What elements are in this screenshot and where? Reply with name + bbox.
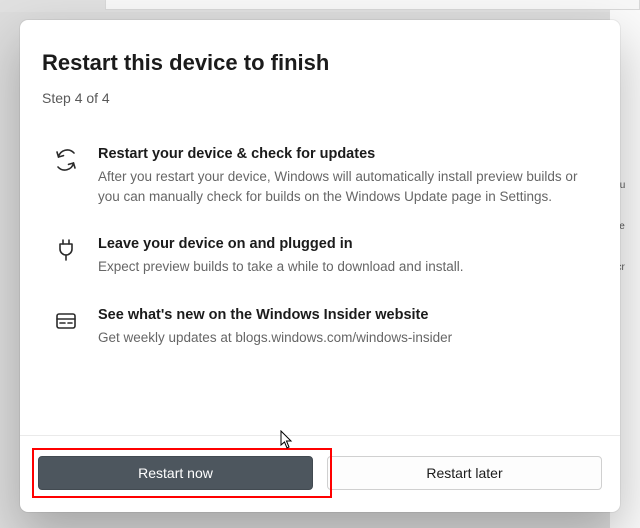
background-inner-strip — [105, 0, 640, 10]
dialog-title: Restart this device to finish — [42, 50, 598, 76]
info-item-power: Leave your device on and plugged in Expe… — [42, 236, 598, 277]
info-heading: Leave your device on and plugged in — [98, 236, 598, 252]
news-icon — [42, 307, 98, 333]
info-heading: See what's new on the Windows Insider we… — [98, 307, 598, 323]
info-body: Expect preview builds to take a while to… — [98, 257, 598, 277]
info-item-news: See what's new on the Windows Insider we… — [42, 307, 598, 348]
restart-later-button[interactable]: Restart later — [327, 456, 602, 490]
dialog-footer: Restart now Restart later — [20, 435, 620, 512]
info-body: After you restart your device, Windows w… — [98, 167, 598, 206]
restart-now-button[interactable]: Restart now — [38, 456, 313, 490]
refresh-icon — [42, 146, 98, 172]
info-item-restart: Restart your device & check for updates … — [42, 146, 598, 206]
step-indicator: Step 4 of 4 — [42, 90, 598, 106]
plug-icon — [42, 236, 98, 262]
restart-dialog: Restart this device to finish Step 4 of … — [20, 20, 620, 512]
info-body: Get weekly updates at blogs.windows.com/… — [98, 328, 598, 348]
info-heading: Restart your device & check for updates — [98, 146, 598, 162]
dialog-content: Restart this device to finish Step 4 of … — [20, 20, 620, 435]
